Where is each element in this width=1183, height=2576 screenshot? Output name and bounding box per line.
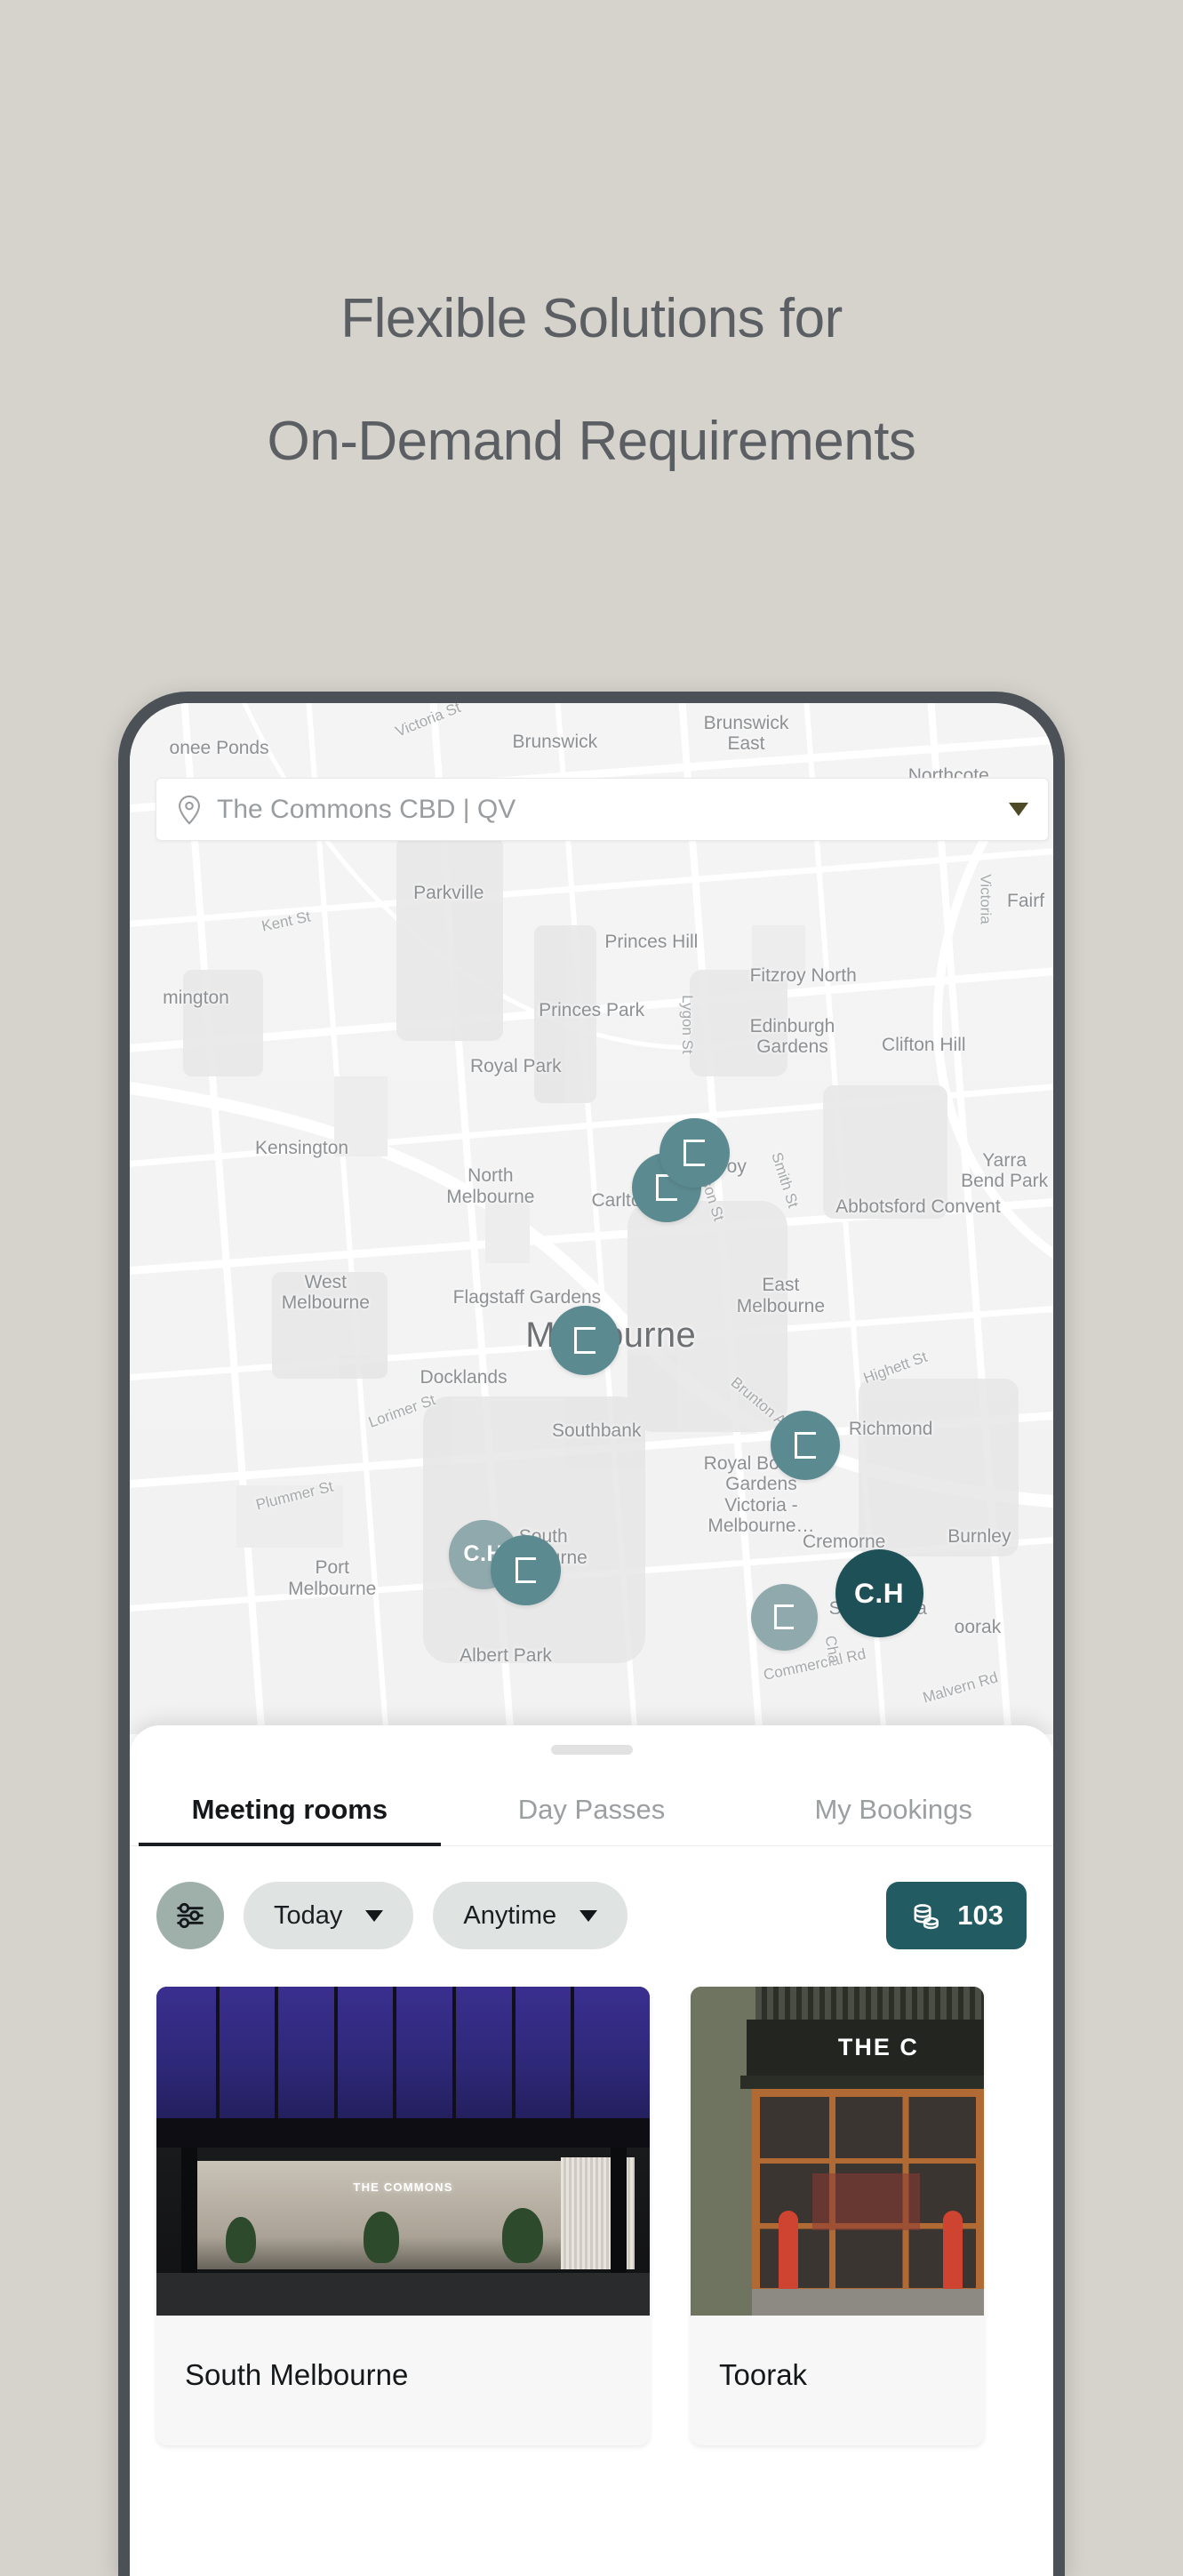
map-label: oorak (954, 1617, 1002, 1638)
map-label: Lygon St (678, 994, 696, 1054)
search-input-value[interactable]: The Commons CBD | QV (217, 795, 1009, 825)
map-label: Princes Hill (604, 931, 699, 952)
tab-day-passes[interactable]: Day Passes (441, 1794, 743, 1845)
page-title: Flexible Solutions for On-Demand Require… (0, 258, 1183, 503)
pin-glyph (795, 1431, 816, 1459)
date-filter-chip[interactable]: Today (244, 1882, 414, 1949)
venue-name: South Melbourne (185, 2358, 409, 2391)
tab-my-bookings[interactable]: My Bookings (742, 1794, 1044, 1845)
tab-label: Day Passes (517, 1794, 666, 1825)
phone-mockup: onee Ponds Victoria St Brunswick Brunswick E… (118, 692, 1065, 2576)
filter-bar: Today Anytime 103 (130, 1846, 1053, 1949)
page-title-line-1: Flexible Solutions for (340, 288, 843, 349)
map-pin-c[interactable] (770, 1410, 841, 1481)
chevron-down-icon[interactable] (1009, 803, 1028, 816)
time-filter-chip[interactable]: Anytime (433, 1882, 628, 1949)
pin-glyph (773, 1604, 795, 1630)
map-label: Docklands (420, 1366, 508, 1388)
map-pin-c[interactable] (750, 1583, 818, 1651)
map-label: Princes Park (539, 999, 645, 1020)
map-label: Albert Park (460, 1644, 552, 1666)
pin-glyph (574, 1327, 595, 1354)
credits-value: 103 (957, 1900, 1003, 1931)
location-pin-icon (179, 795, 200, 825)
map-label: Clifton Hill (882, 1034, 966, 1055)
map-label: Burnley (947, 1526, 1011, 1548)
chevron-down-icon (365, 1909, 384, 1922)
map-label: North Melbourne (446, 1165, 535, 1207)
map-pin-c[interactable] (659, 1117, 730, 1188)
map-label: onee Ponds (169, 737, 269, 758)
map-label: Fairf (1007, 890, 1045, 911)
date-filter-label: Today (274, 1900, 343, 1930)
map-pin-c[interactable] (491, 1535, 561, 1605)
sliders-icon (177, 1902, 204, 1929)
map-label: Parkville (413, 883, 484, 904)
venue-card[interactable]: THE COMMONS South Melbourne (156, 1987, 650, 2445)
map-label: Edinburgh Gardens (749, 1015, 835, 1058)
map-label: Richmond (848, 1418, 933, 1439)
map-label: Port Melbourne (288, 1557, 377, 1599)
filter-button[interactable] (156, 1882, 224, 1949)
map-label: Yarra Bend Park (961, 1149, 1049, 1192)
tab-label: Meeting rooms (191, 1794, 388, 1825)
map-pin-ch[interactable]: C.H (835, 1549, 923, 1638)
tab-label: My Bookings (814, 1794, 972, 1825)
chevron-down-icon (580, 1909, 598, 1922)
map-label: Brunswick East (703, 712, 789, 755)
time-filter-label: Anytime (463, 1900, 557, 1930)
venue-photo-sign: THE COMMONS (353, 2180, 453, 2195)
bottom-sheet: Meeting rooms Day Passes My Bookings Tod… (130, 1725, 1053, 2576)
sheet-drag-handle[interactable] (550, 1745, 633, 1755)
map-label: West Melbourne (281, 1271, 370, 1314)
page-title-line-2: On-Demand Requirements (267, 411, 916, 472)
map-label: Brunswick (512, 731, 598, 752)
map-label: Southbank (551, 1420, 642, 1441)
coins-icon (914, 1904, 939, 1930)
pin-glyph (683, 1140, 706, 1167)
map-label: Abbotsford Convent (835, 1196, 1001, 1218)
venue-card-list[interactable]: THE COMMONS South Melbourne THE C Toorak (130, 1949, 1053, 2445)
tab-meeting-rooms[interactable]: Meeting rooms (139, 1794, 441, 1846)
map-label: Royal Park (469, 1056, 562, 1077)
tab-bar: Meeting rooms Day Passes My Bookings (130, 1794, 1053, 1846)
venue-photo: THE C (691, 1987, 984, 2316)
map-label: Kensington (255, 1137, 349, 1158)
venue-card[interactable]: THE C Toorak (691, 1987, 984, 2445)
phone-screen: onee Ponds Victoria St Brunswick Brunswick E… (130, 703, 1053, 2576)
map-label: Fitzroy North (749, 965, 857, 987)
venue-photo-sign: THE C (837, 2033, 919, 2060)
map-label: Victoria (977, 874, 995, 924)
location-search-bar[interactable]: The Commons CBD | QV (156, 778, 1049, 841)
venue-name: Toorak (719, 2358, 808, 2391)
map-pin-c[interactable] (549, 1305, 620, 1376)
map-label: mington (163, 987, 229, 1008)
venue-photo: THE COMMONS (156, 1987, 650, 2316)
map-view[interactable]: onee Ponds Victoria St Brunswick Brunswick E… (130, 703, 1053, 1734)
credits-badge[interactable]: 103 (886, 1882, 1027, 1949)
map-label: East Melbourne (736, 1275, 825, 1316)
pin-glyph (515, 1556, 537, 1584)
map-label: Flagstaff Gardens (452, 1287, 602, 1308)
